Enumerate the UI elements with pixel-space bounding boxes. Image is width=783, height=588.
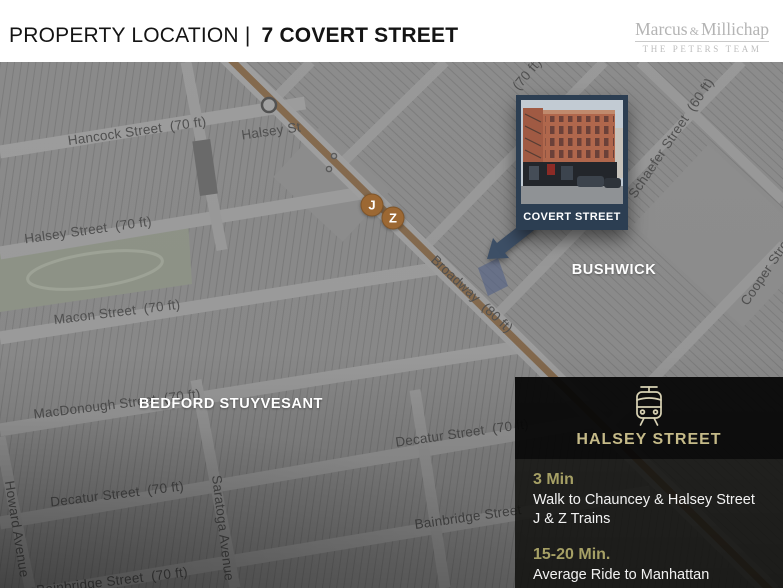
brand-name-second: Millichap [700, 18, 769, 39]
brand-name: Marcus & Millichap [635, 18, 769, 42]
property-photo [521, 100, 623, 204]
page-title: PROPERTY LOCATION | 7 COVERT STREET [9, 24, 458, 48]
station-circle [260, 96, 278, 114]
transit-info-panel: HALSEY STREET 3 Min Walk to Chauncey & Ha… [515, 377, 783, 588]
duration-label: 3 Min [533, 471, 574, 488]
transit-info-item: 15-20 Min. Average Ride to Manhattan [533, 546, 783, 585]
station-name: HALSEY STREET [576, 431, 722, 448]
transit-info-item: 3 Min Walk to Chauncey & Halsey Street J … [533, 471, 783, 529]
location-map: Hancock Street (70 ft) Halsey St Halsey St… [0, 62, 783, 588]
brand-name-first: Marcus [635, 18, 688, 39]
ampersand: & [689, 23, 699, 38]
property-callout: COVERT STREET [516, 95, 628, 230]
transit-info-list: 3 Min Walk to Chauncey & Halsey Street J … [515, 459, 783, 588]
duration-description: Average Ride to Manhattan [533, 567, 710, 583]
brand-team: THE PETERS TEAM [642, 43, 762, 54]
brand-logo: Marcus & Millichap THE PETERS TEAM [635, 18, 769, 55]
station-dot [330, 152, 338, 160]
duration-description: Walk to Chauncey & Halsey Street J & Z T… [533, 492, 755, 527]
property-callout-label: COVERT STREET [523, 211, 621, 223]
duration-label: 15-20 Min. [533, 546, 611, 563]
page-title-prefix: PROPERTY LOCATION | [9, 24, 251, 47]
building-photo-illustration [521, 100, 623, 204]
station-dot [325, 165, 333, 173]
transit-panel-header: HALSEY STREET [515, 377, 783, 459]
train-icon [636, 386, 662, 426]
page-title-property: 7 COVERT STREET [261, 24, 459, 47]
slide-header: PROPERTY LOCATION | 7 COVERT STREET Marc… [0, 0, 783, 62]
